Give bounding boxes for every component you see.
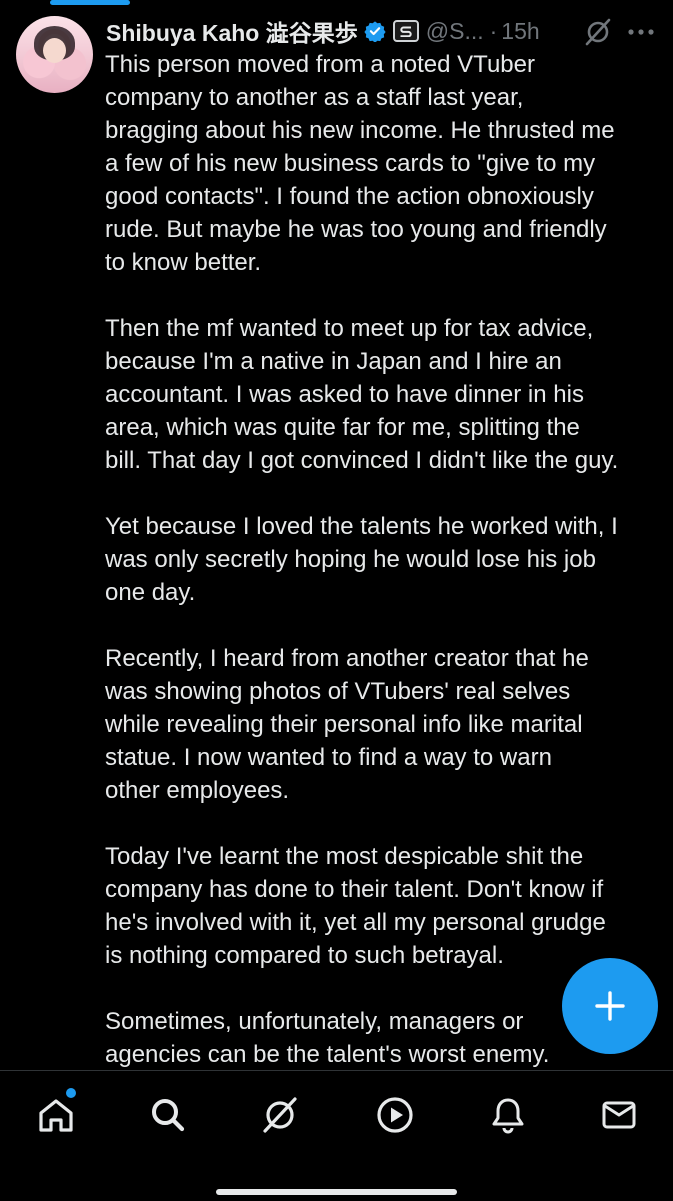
nav-messages[interactable] [597,1093,641,1137]
tweet[interactable]: Shibuya Kaho 澁谷果歩 @S... · 15h This perso… [0,0,673,1070]
display-name[interactable]: Shibuya Kaho 澁谷果歩 [106,14,358,48]
tweet-paragraph: Today I've learnt the most despicable sh… [105,843,606,969]
tweet-paragraph: This person moved from a noted VTuber co… [105,51,615,276]
bell-icon [492,1098,524,1134]
notification-dot [66,1088,76,1098]
nav-grok[interactable] [258,1093,302,1137]
grok-icon [263,1097,297,1133]
play-icon [377,1097,413,1133]
avatar-face [43,38,66,63]
plus-icon [595,991,625,1021]
nav-video[interactable] [373,1093,417,1137]
nav-search[interactable] [146,1093,190,1137]
mail-icon [602,1101,636,1129]
separator-dot: · [489,17,498,44]
bottom-nav [0,1070,673,1201]
tweet-text: This person moved from a noted VTuber co… [105,48,665,1104]
home-icon [39,1099,73,1132]
more-icon[interactable] [624,17,658,47]
grok-icon[interactable] [583,17,613,47]
tweet-paragraph: Yet because I loved the talents he worke… [105,513,618,606]
compose-button[interactable] [562,958,658,1054]
search-icon [152,1099,185,1132]
tweet-header: Shibuya Kaho 澁谷果歩 @S... · 15h [106,11,666,51]
tweet-paragraph: Then the mf wanted to meet up for tax ad… [105,315,619,474]
user-handle[interactable]: @S... [426,18,484,45]
avatar[interactable] [16,16,93,93]
home-indicator [216,1189,457,1195]
verified-badge-icon [364,21,386,42]
affiliate-badge-icon[interactable] [392,20,419,42]
tweet-timestamp[interactable]: 15h [501,18,539,45]
nav-notifications[interactable] [486,1093,530,1137]
tweet-paragraph: Recently, I heard from another creator t… [105,645,589,804]
nav-home[interactable] [34,1093,78,1137]
